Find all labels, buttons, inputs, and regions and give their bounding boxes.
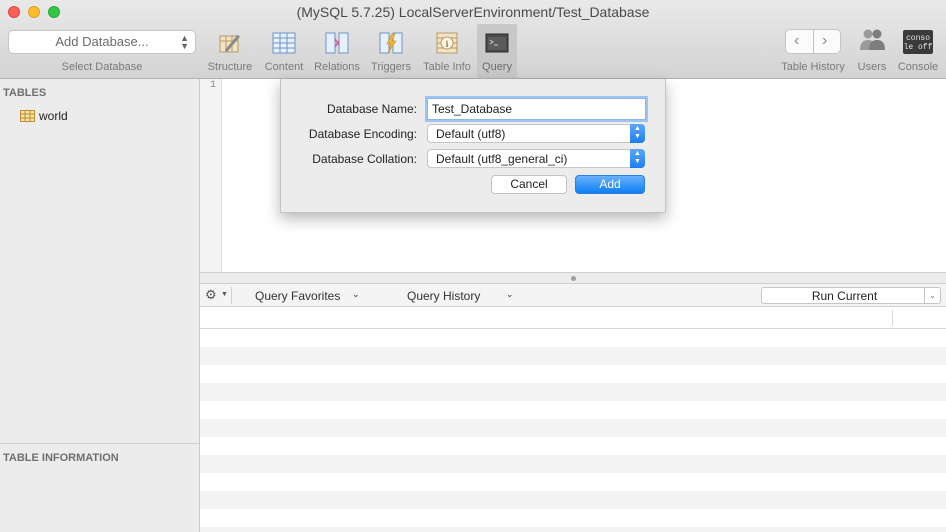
sidebar-table-world[interactable]: world <box>20 107 68 125</box>
toolbar-query-button[interactable]: Query <box>477 24 517 78</box>
svg-text:conso: conso <box>906 34 930 43</box>
caret-down-icon[interactable]: ▼ <box>221 291 228 298</box>
table-row <box>200 527 946 532</box>
line-number-gutter: 1 <box>200 79 222 272</box>
splitter-handle[interactable] <box>571 276 576 281</box>
chevron-left-icon[interactable]: ‹ <box>794 32 799 50</box>
toolbar-table-info-button[interactable]: i Table Info <box>420 24 474 78</box>
query-icon <box>485 33 509 53</box>
run-current-button[interactable]: Run Current ⌄ <box>761 287 941 304</box>
tables-heading: TABLES <box>3 87 47 99</box>
table-row <box>200 491 946 509</box>
updown-chevron-icon: ▲ ▼ <box>630 149 645 168</box>
toolbar-structure-label: Structure <box>207 61 253 73</box>
cancel-button[interactable]: Cancel <box>491 175 567 194</box>
sidebar-divider[interactable] <box>0 443 199 444</box>
database-name-input[interactable] <box>427 98 646 120</box>
database-encoding-value: Default (utf8) <box>436 127 506 141</box>
chevron-right-icon[interactable]: › <box>822 32 827 50</box>
table-row <box>200 347 946 365</box>
toolbar-structure-button[interactable]: Structure <box>205 24 255 78</box>
line-number: 1 <box>209 80 216 91</box>
add-button[interactable]: Add <box>575 175 645 194</box>
toolbar-table-info-label: Table Info <box>423 61 471 73</box>
console-icon: conso le off <box>903 30 933 54</box>
sidebar-table-label: world <box>39 109 68 123</box>
run-options-chevron-icon[interactable]: ⌄ <box>924 288 940 303</box>
query-action-bar: ⚙ ▼ Query Favorites ⌄ Query History ⌄ Ru… <box>200 284 946 307</box>
query-favorites-chevron-icon[interactable]: ⌄ <box>352 289 360 300</box>
select-database-label: Select Database <box>61 61 143 73</box>
title-bar: (MySQL 5.7.25) LocalServerEnvironment/Te… <box>0 0 946 79</box>
relations-icon <box>325 32 349 54</box>
app-window: (MySQL 5.7.25) LocalServerEnvironment/Te… <box>0 0 946 532</box>
table-history-label: Table History <box>781 61 845 73</box>
toolbar-console-button[interactable]: conso le off Console <box>895 24 941 78</box>
updown-chevron-icon: ▲ ▼ <box>180 33 189 51</box>
database-select[interactable]: Add Database... ▲ ▼ <box>8 30 196 54</box>
database-collation-select[interactable]: Default (utf8_general_ci) ▲ ▼ <box>427 149 645 168</box>
table-history-nav: ‹ › <box>785 29 841 54</box>
database-encoding-select[interactable]: Default (utf8) ▲ ▼ <box>427 124 645 143</box>
results-header <box>200 307 946 329</box>
toolbar-relations-label: Relations <box>314 61 360 73</box>
database-name-label: Database Name: <box>326 102 417 116</box>
table-row <box>200 455 946 473</box>
add-database-dialog: Database Name: Database Encoding: Defaul… <box>280 79 666 213</box>
results-grid[interactable] <box>200 307 946 532</box>
toolbar-triggers-button[interactable]: Triggers <box>367 24 415 78</box>
structure-icon <box>219 34 240 53</box>
toolbar-triggers-label: Triggers <box>371 61 411 73</box>
database-collation-label: Database Collation: <box>312 152 417 166</box>
toolbar-relations-button[interactable]: Relations <box>312 24 362 78</box>
toolbar-users-label: Users <box>857 61 887 73</box>
sidebar: TABLES world TABLE INFORMATION <box>0 79 200 532</box>
query-favorites-menu[interactable]: Query Favorites <box>255 289 340 303</box>
window-title: (MySQL 5.7.25) LocalServerEnvironment/Te… <box>296 4 650 20</box>
content-icon <box>272 32 296 54</box>
svg-text:le off: le off <box>904 43 933 52</box>
toolbar-query-label: Query <box>482 61 512 73</box>
toolbar-console-label: Console <box>897 61 939 73</box>
toolbar-users-button[interactable]: Users <box>853 24 891 78</box>
toolbar-content-button[interactable]: Content <box>262 24 306 78</box>
gear-icon[interactable]: ⚙ <box>205 287 217 303</box>
toolbar-content-label: Content <box>264 61 304 73</box>
database-select-value: Add Database... <box>55 34 149 49</box>
triggers-icon <box>379 32 403 54</box>
table-info-icon: i <box>436 32 458 54</box>
table-row <box>200 383 946 401</box>
database-encoding-label: Database Encoding: <box>308 127 417 141</box>
query-history-menu[interactable]: Query History <box>407 289 480 303</box>
users-icon <box>860 29 885 50</box>
table-icon <box>20 110 35 122</box>
editor-results-splitter[interactable] <box>200 272 946 284</box>
database-collation-value: Default (utf8_general_ci) <box>436 152 568 166</box>
run-current-label: Run Current <box>811 289 878 303</box>
query-history-chevron-icon[interactable]: ⌄ <box>506 289 514 300</box>
updown-chevron-icon: ▲ ▼ <box>630 124 645 143</box>
table-information-heading: TABLE INFORMATION <box>3 452 119 464</box>
table-row <box>200 419 946 437</box>
